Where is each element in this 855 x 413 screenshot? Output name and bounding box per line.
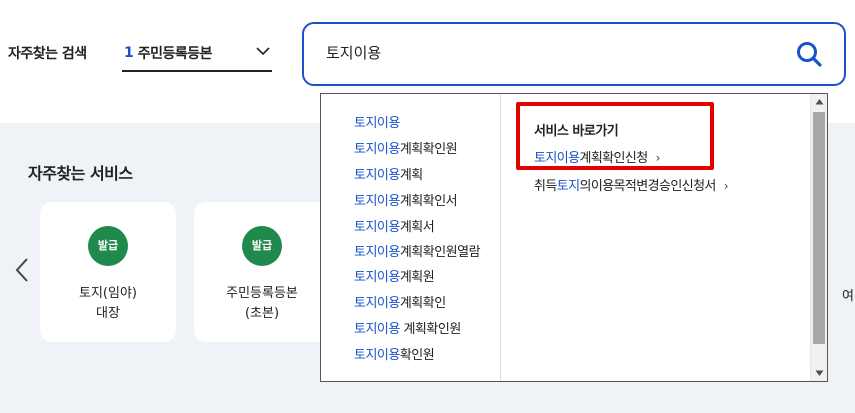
search-input[interactable] <box>326 43 766 61</box>
frequent-search-select[interactable]: 1 주민등록등본 <box>122 36 272 72</box>
chevron-right-icon: › <box>723 179 729 193</box>
dropdown-scrollbar[interactable] <box>810 94 827 381</box>
service-card[interactable]: 발급 토지(임야) 대장 <box>40 202 176 342</box>
chevron-left-icon[interactable] <box>14 256 30 284</box>
issue-badge: 발급 <box>242 226 282 266</box>
search-box <box>302 22 846 86</box>
suggestion-item[interactable]: 토지이용계획 <box>321 163 500 189</box>
autocomplete-dropdown: 토지이용 토지이용계획확인원 토지이용계획 토지이용계획확인서 토지이용계획서 … <box>320 93 828 382</box>
scroll-up-icon[interactable] <box>811 94 828 111</box>
chevron-down-icon <box>256 47 270 56</box>
shortcut-link[interactable]: 토지이용계획확인신청 › <box>534 147 660 166</box>
frequent-search-value: 주민등록등본 <box>137 46 213 62</box>
scrollbar-thumb[interactable] <box>813 112 825 344</box>
suggestion-item[interactable]: 토지이용 <box>321 111 500 137</box>
search-icon[interactable] <box>794 39 824 69</box>
chevron-right-icon: › <box>655 151 661 165</box>
suggestion-item[interactable]: 토지이용계획확인서 <box>321 189 500 215</box>
service-card[interactable]: 발급 주민등록등본 (초본) <box>194 202 330 342</box>
suggestion-item[interactable]: 토지이용계획확인원 <box>321 137 500 163</box>
shortcut-title: 서비스 바로가기 <box>534 124 619 139</box>
suggestion-item[interactable]: 토지이용계획확인원열람 <box>321 241 500 265</box>
service-name: 주민등록등본 (초본) <box>226 286 298 321</box>
suggestion-item[interactable]: 토지이용계획원 <box>321 265 500 291</box>
section-title: 자주찾는 서비스 <box>28 164 133 183</box>
issue-badge: 발급 <box>88 226 128 266</box>
frequent-search-label: 자주찾는 검색 <box>8 46 87 62</box>
cut-off-card-text: 여 <box>842 289 854 304</box>
scroll-down-icon[interactable] <box>811 364 828 381</box>
suggestion-item[interactable]: 토지이용계획서 <box>321 215 500 241</box>
frequent-search-rank: 1 <box>124 45 134 61</box>
service-name: 토지(임야) 대장 <box>79 286 137 321</box>
shortcut-link[interactable]: 취득토지의이용목적변경승인신청서 › <box>534 175 729 194</box>
suggestion-item[interactable]: 토지이용 계획확인원 <box>321 317 500 343</box>
suggestion-item[interactable]: 토지이용확인원 <box>321 343 500 369</box>
suggestion-list: 토지이용 토지이용계획확인원 토지이용계획 토지이용계획확인서 토지이용계획서 … <box>321 94 501 381</box>
suggestion-item[interactable]: 토지이용계획확인 <box>321 291 500 317</box>
